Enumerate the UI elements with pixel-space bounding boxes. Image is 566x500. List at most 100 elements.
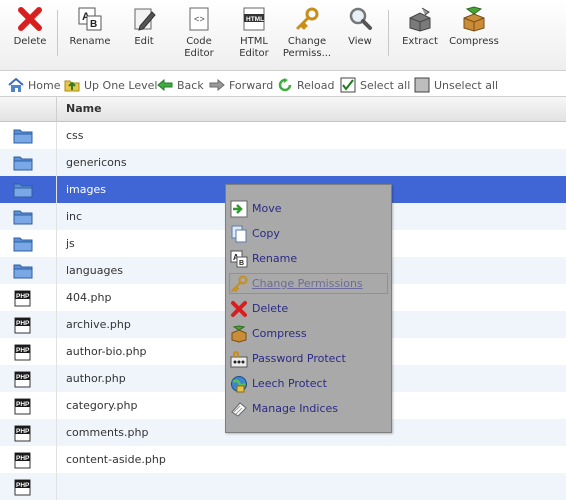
red-x-icon <box>17 6 43 32</box>
code-editor-button[interactable]: <> Code Editor <box>176 6 222 60</box>
context-menu-move[interactable]: Move <box>229 198 388 219</box>
reload-label: Reload <box>297 78 335 92</box>
back-button[interactable]: Back <box>157 77 204 93</box>
row-icon-cell <box>0 176 57 203</box>
file-name[interactable]: category.php <box>66 399 137 412</box>
context-menu-leech-protect-label: Leech Protect <box>252 377 327 390</box>
unselect-all-label: Unselect all <box>434 78 499 92</box>
context-menu-change-permissions[interactable]: Change Permissions <box>229 273 388 294</box>
row-icon-cell: PHP <box>0 338 57 365</box>
code-editor-icon: <> <box>186 6 212 32</box>
context-menu-manage-indices-label: Manage Indices <box>252 402 338 415</box>
file-name[interactable]: author-bio.php <box>66 345 147 358</box>
extract-button[interactable]: Extract <box>400 6 440 48</box>
magnifier-icon <box>347 6 373 32</box>
name-column-header[interactable]: Name <box>66 102 102 115</box>
svg-text:PHP: PHP <box>16 482 30 489</box>
toolbar-divider <box>57 10 58 56</box>
rename-button[interactable]: A B Rename <box>66 6 114 48</box>
row-icon-cell: PHP <box>0 311 57 338</box>
checkbox-checked-icon <box>340 77 356 93</box>
compress-icon <box>461 6 487 32</box>
html-editor-button-label: HTML Editor <box>239 36 269 59</box>
context-menu-move-label: Move <box>252 202 282 215</box>
svg-text:PHP: PHP <box>16 347 30 354</box>
compress-button-label: Compress <box>449 36 499 47</box>
row-icon-cell: PHP <box>0 419 57 446</box>
reload-button[interactable]: Reload <box>277 77 334 93</box>
forward-arrow-icon <box>209 79 225 91</box>
svg-text:PHP: PHP <box>16 374 30 381</box>
folder-up-icon <box>64 80 80 92</box>
row-icon-cell: PHP <box>0 392 57 419</box>
forward-button[interactable]: Forward <box>209 77 273 93</box>
file-name[interactable]: comments.php <box>66 426 148 439</box>
indices-icon <box>230 400 248 421</box>
context-menu-compress-label: Compress <box>252 327 307 340</box>
back-label: Back <box>177 78 204 92</box>
context-menu-change-permissions-label: Change Permissions <box>252 277 363 290</box>
edit-button[interactable]: Edit <box>126 6 162 48</box>
table-row[interactable]: css <box>0 122 566 149</box>
folder-icon <box>13 209 33 228</box>
file-name[interactable]: images <box>66 183 106 196</box>
svg-text:PHP: PHP <box>16 320 30 327</box>
file-name[interactable]: languages <box>66 264 123 277</box>
delete-button-label: Delete <box>13 36 47 47</box>
html-editor-icon: HTML <box>241 6 267 32</box>
file-name[interactable]: js <box>66 237 75 250</box>
up-one-level-button[interactable]: Up One Level <box>64 77 157 93</box>
context-menu-rename[interactable]: AB Rename <box>229 248 388 269</box>
file-name[interactable]: inc <box>66 210 82 223</box>
select-all-button[interactable]: Select all <box>340 77 410 93</box>
svg-text:PHP: PHP <box>16 293 30 300</box>
table-row[interactable]: PHP content-aside.php <box>0 446 566 473</box>
home-button[interactable]: Home <box>8 77 60 93</box>
file-name[interactable]: 404.php <box>66 291 111 304</box>
row-icon-cell: PHP <box>0 365 57 392</box>
view-button-label: View <box>348 36 372 47</box>
file-name[interactable]: archive.php <box>66 318 131 331</box>
context-menu-copy-label: Copy <box>252 227 280 240</box>
change-permissions-button[interactable]: Change Permiss... <box>282 6 332 60</box>
password-icon <box>230 350 248 371</box>
table-row[interactable]: PHP <box>0 473 566 500</box>
context-menu-password-protect-label: Password Protect <box>252 352 346 365</box>
context-menu-password-protect[interactable]: Password Protect <box>229 348 388 369</box>
toolbar-divider <box>388 10 389 56</box>
folder-icon <box>13 128 33 147</box>
context-menu-compress[interactable]: Compress <box>229 323 388 344</box>
table-row[interactable]: genericons <box>0 149 566 176</box>
context-menu-delete[interactable]: Delete <box>229 298 388 319</box>
file-name[interactable]: content-aside.php <box>66 453 166 466</box>
context-menu-copy[interactable]: Copy <box>229 223 388 244</box>
file-name[interactable]: author.php <box>66 372 126 385</box>
extract-icon <box>407 6 433 32</box>
folder-icon <box>13 236 33 255</box>
home-label: Home <box>28 78 61 92</box>
row-icon-cell: PHP <box>0 473 57 500</box>
rename-icon: A B <box>77 6 103 32</box>
row-icon-cell: PHP <box>0 446 57 473</box>
context-menu-leech-protect[interactable]: Leech Protect <box>229 373 388 394</box>
compress-button[interactable]: Compress <box>448 6 500 48</box>
context-menu-manage-indices[interactable]: Manage Indices <box>229 398 388 419</box>
svg-text:B: B <box>90 19 97 30</box>
view-button[interactable]: View <box>343 6 377 48</box>
svg-text:PHP: PHP <box>16 455 30 462</box>
key-icon <box>230 275 248 296</box>
move-icon <box>230 200 248 221</box>
svg-text:<>: <> <box>194 15 205 25</box>
unselect-all-button[interactable]: Unselect all <box>414 77 498 93</box>
row-icon-cell <box>0 230 57 257</box>
html-editor-button[interactable]: HTML HTML Editor <box>232 6 276 60</box>
delete-button[interactable]: Delete <box>10 6 50 48</box>
red-x-icon <box>230 300 248 321</box>
navigation-bar: Home Up One Level Back Forward Reload Se… <box>0 74 566 96</box>
svg-text:B: B <box>239 260 244 267</box>
file-name[interactable]: css <box>66 129 84 142</box>
file-name[interactable]: genericons <box>66 156 127 169</box>
folder-icon <box>13 263 33 282</box>
column-divider <box>56 97 57 121</box>
context-menu-rename-label: Rename <box>252 252 298 265</box>
